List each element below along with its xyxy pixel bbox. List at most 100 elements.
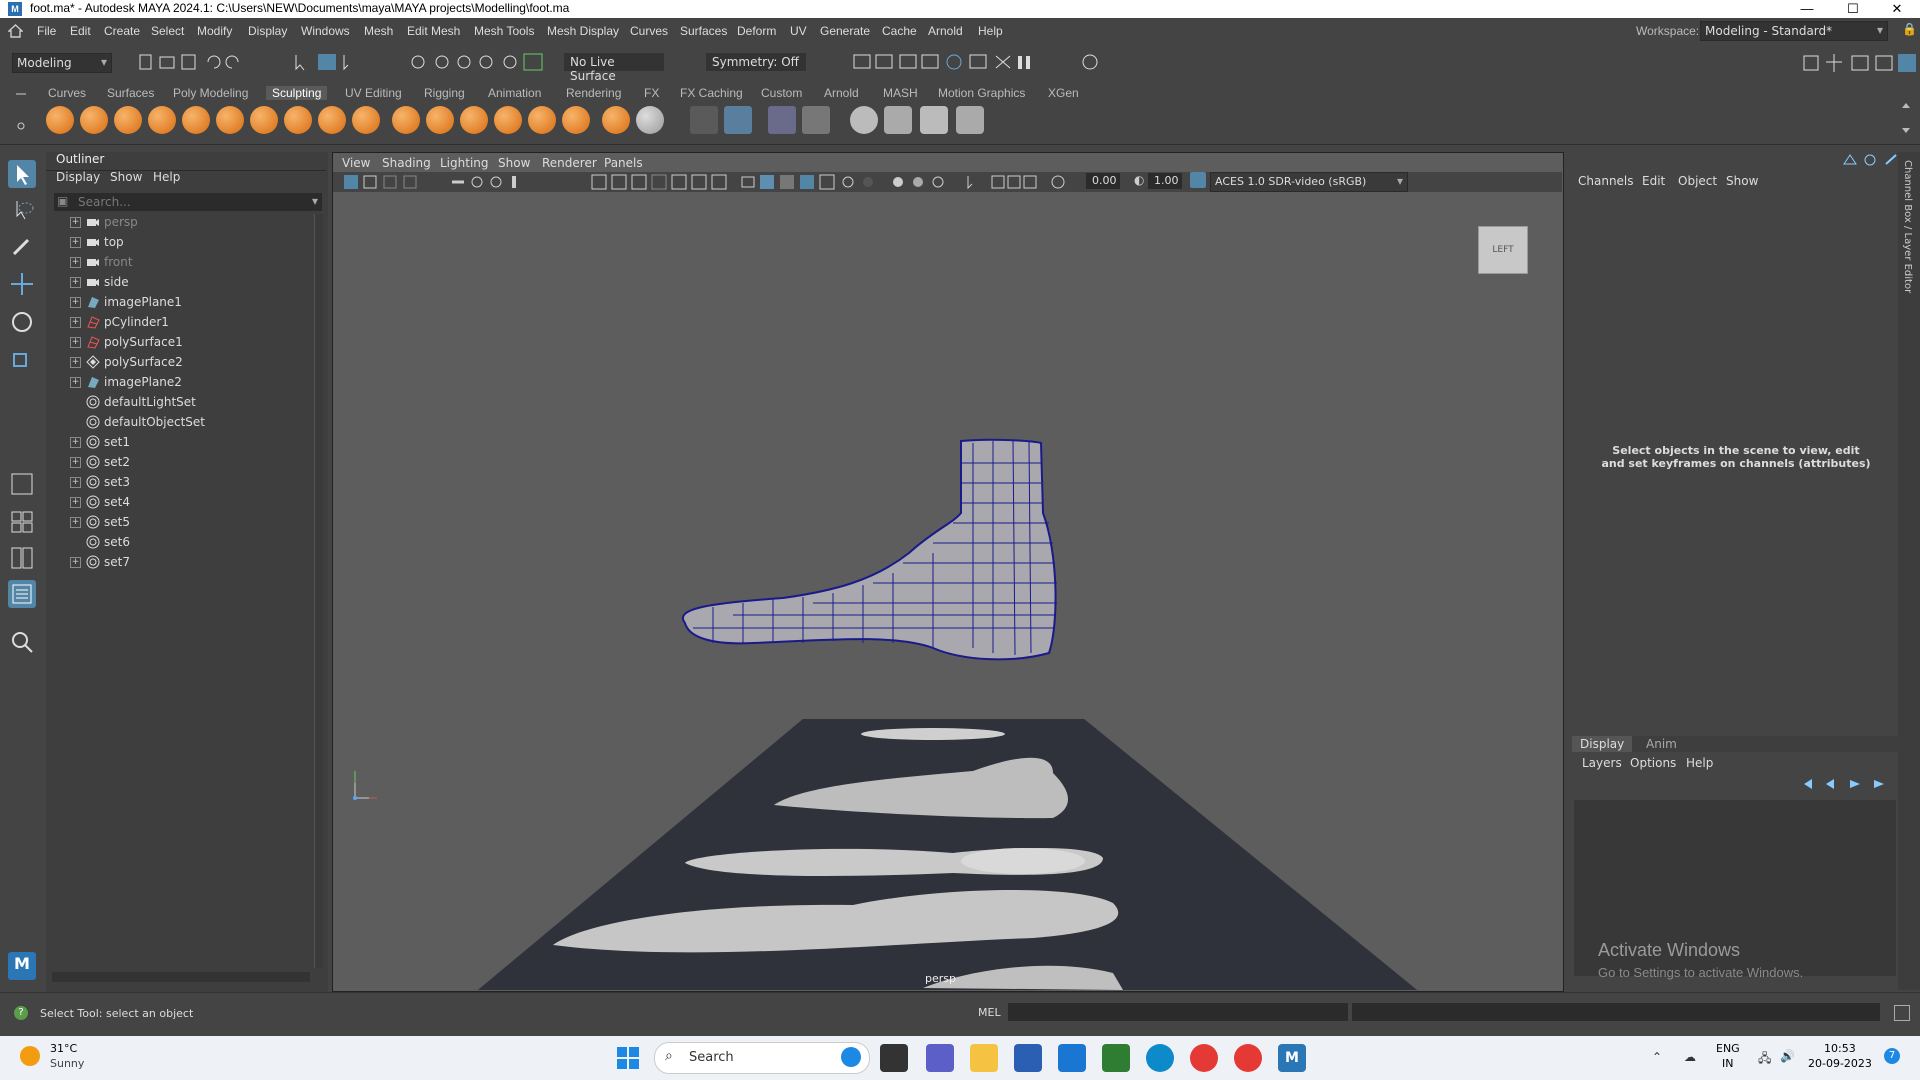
four-view-layout-icon[interactable] [8, 508, 36, 536]
weather-temp[interactable]: 31°C [50, 1042, 77, 1055]
shelf-tab-poly-modeling[interactable]: Poly Modeling [173, 86, 248, 100]
notification-badge[interactable]: 7 [1884, 1048, 1900, 1064]
color-management-toggle[interactable] [1190, 172, 1206, 188]
outliner-item[interactable]: set6 [56, 533, 312, 553]
layer-menu-layers[interactable]: Layers [1582, 756, 1622, 770]
menu-generate[interactable]: Generate [820, 24, 870, 38]
knife-brush-icon[interactable] [494, 106, 522, 134]
outliner-item[interactable]: + top [56, 233, 312, 253]
menu-windows[interactable]: Windows [301, 24, 350, 38]
expand-icon[interactable]: + [70, 277, 81, 288]
task-view-icon[interactable] [880, 1044, 908, 1072]
foamy-brush-icon[interactable] [250, 106, 278, 134]
pose-editor-icon[interactable] [802, 106, 830, 134]
menu-edit[interactable]: Edit [70, 24, 91, 38]
expand-icon[interactable]: + [70, 557, 81, 568]
outliner-item[interactable]: + front [56, 253, 312, 273]
clock-time[interactable]: 10:53 [1824, 1042, 1856, 1055]
menu-edit-mesh[interactable]: Edit Mesh [407, 24, 460, 38]
menuset-select[interactable]: Modeling ▾ [12, 53, 112, 73]
relax-brush-icon[interactable] [114, 106, 142, 134]
viewport-menu-shading[interactable]: Shading [382, 156, 431, 170]
viewport-menu-view[interactable]: View [342, 156, 370, 170]
menu-mesh-tools[interactable]: Mesh Tools [474, 24, 534, 38]
sculpt-brush-icon[interactable] [46, 106, 74, 134]
select-tool-icon[interactable] [8, 160, 36, 188]
flatten-brush-icon[interactable] [216, 106, 244, 134]
expand-icon[interactable]: + [70, 237, 81, 248]
unfreeze-all-icon[interactable] [884, 106, 912, 134]
shelf-tab-sculpting[interactable]: Sculpting [266, 86, 328, 100]
maya-taskbar-icon[interactable]: M [1278, 1044, 1306, 1072]
shelf-tab-fx-caching[interactable]: FX Caching [680, 86, 743, 100]
expand-icon[interactable]: + [70, 297, 81, 308]
viewport-menu-panels[interactable]: Panels [604, 156, 643, 170]
shelf-tab-motion-graphics[interactable]: Motion Graphics [938, 86, 1025, 100]
chrome-profile-icon[interactable] [1234, 1044, 1262, 1072]
shelf-tab-rendering[interactable]: Rendering [566, 86, 621, 100]
windows-start-icon[interactable] [616, 1046, 640, 1070]
volume-icon[interactable]: 🔊 [1780, 1049, 1795, 1063]
network-icon[interactable]: 🖧 [1758, 1049, 1771, 1070]
channelbox-menu-show[interactable]: Show [1726, 174, 1758, 188]
viewport-menu-show[interactable]: Show [498, 156, 530, 170]
blend-shape-icon[interactable] [768, 106, 796, 134]
sculpt-mesh-icon[interactable] [690, 106, 718, 134]
input-language[interactable]: ENG [1716, 1042, 1740, 1055]
outliner-item[interactable]: + polySurface1 [56, 333, 312, 353]
scale-tool-icon[interactable] [8, 344, 36, 372]
shelf-tab-curves[interactable]: Curves [48, 86, 86, 100]
outliner-item[interactable]: + imagePlane1 [56, 293, 312, 313]
search-icon[interactable] [8, 628, 36, 656]
menu-modify[interactable]: Modify [197, 24, 232, 38]
clear-freeze-icon[interactable] [956, 106, 984, 134]
expand-icon[interactable]: + [70, 517, 81, 528]
expand-icon[interactable]: + [70, 337, 81, 348]
move-tool-icon[interactable] [8, 270, 36, 298]
freeze-brush-icon[interactable] [636, 106, 664, 134]
single-view-layout-icon[interactable] [8, 470, 36, 498]
script-language-toggle[interactable]: MEL [978, 1006, 1001, 1019]
outliner-hscrollbar[interactable] [52, 972, 310, 982]
lasso-tool-icon[interactable] [8, 196, 36, 224]
channelbox-menu-edit[interactable]: Edit [1642, 174, 1665, 188]
channelbox-menu-object[interactable]: Object [1678, 174, 1717, 188]
outliner-item[interactable]: + polySurface2 [56, 353, 312, 373]
menu-arnold[interactable]: Arnold [928, 24, 963, 38]
fill-brush-icon[interactable] [460, 106, 488, 134]
mail-icon[interactable] [1058, 1044, 1086, 1072]
minimize-button[interactable]: — [1784, 0, 1830, 18]
shelf-tab-mash[interactable]: MASH [883, 86, 918, 100]
menu-file[interactable]: File [37, 24, 56, 38]
spreadsheet-app-icon[interactable] [1102, 1044, 1130, 1072]
expand-icon[interactable]: + [70, 457, 81, 468]
outliner-item[interactable]: defaultObjectSet [56, 413, 312, 433]
symmetry-select[interactable]: Symmetry: Off [706, 53, 806, 71]
two-view-layout-icon[interactable] [8, 544, 36, 572]
menu-uv[interactable]: UV [790, 24, 807, 38]
maximize-button[interactable]: ☐ [1830, 0, 1876, 18]
wax-brush-icon[interactable] [392, 106, 420, 134]
outliner-item[interactable]: + side [56, 273, 312, 293]
menu-display[interactable]: Display [248, 24, 287, 38]
shelf-tab-rigging[interactable]: Rigging [424, 86, 465, 100]
repeat-brush-icon[interactable] [318, 106, 346, 134]
layer-tab-display[interactable]: Display [1572, 736, 1633, 752]
command-input[interactable] [1008, 1003, 1348, 1021]
outliner-menu-show[interactable]: Show [110, 170, 142, 184]
shelf-menu-icon[interactable] [14, 90, 28, 132]
expand-icon[interactable]: + [70, 217, 81, 228]
smooth-brush-icon[interactable] [80, 106, 108, 134]
menu-cache[interactable]: Cache [882, 24, 917, 38]
edge-browser-icon[interactable] [1146, 1044, 1174, 1072]
layer-menu-options[interactable]: Options [1630, 756, 1676, 770]
outliner-item[interactable]: + persp [56, 213, 312, 233]
live-surface-field[interactable]: No Live Surface [564, 53, 664, 83]
layer-tab-anim[interactable]: Anim [1646, 737, 1677, 751]
shelf-tab-xgen[interactable]: XGen [1048, 86, 1079, 100]
outliner-item[interactable]: + set4 [56, 493, 312, 513]
outliner-vscrollbar[interactable] [314, 214, 323, 968]
workspace-select[interactable]: Modeling - Standard* ▾ [1700, 21, 1888, 41]
menu-mesh[interactable]: Mesh [364, 24, 393, 38]
menu-curves[interactable]: Curves [630, 24, 668, 38]
